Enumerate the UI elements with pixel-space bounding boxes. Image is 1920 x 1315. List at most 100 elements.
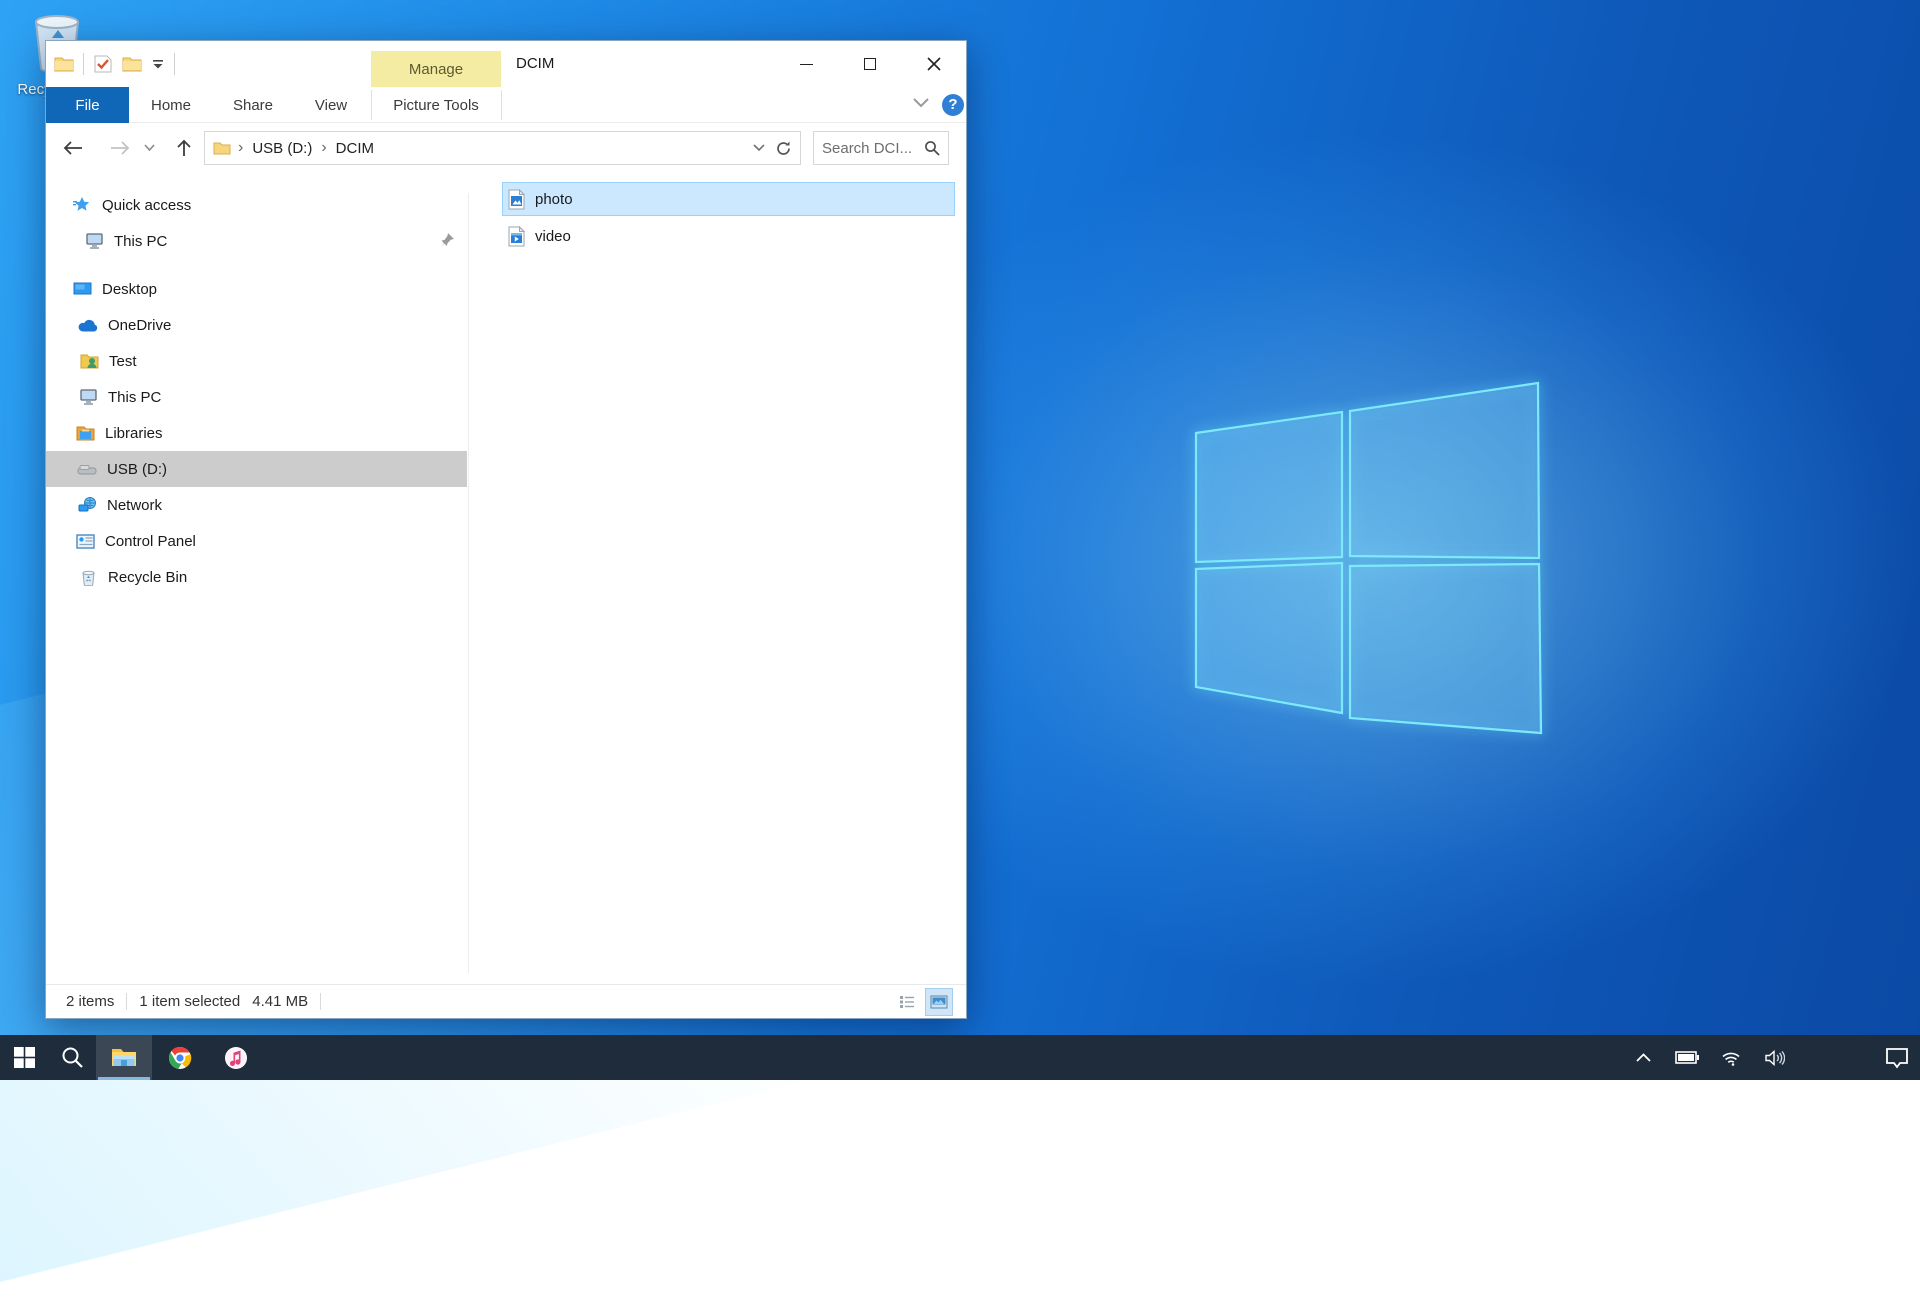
minimize-button[interactable] (774, 41, 838, 87)
nav-label: This PC (114, 233, 167, 250)
recycle-bin-icon (78, 569, 98, 586)
taskbar-itunes-button[interactable] (208, 1035, 264, 1080)
taskbar (0, 1035, 1920, 1080)
customize-chevron-icon[interactable] (151, 58, 165, 70)
new-folder-icon[interactable] (122, 55, 142, 73)
tab-picture-tools[interactable]: Picture Tools (371, 87, 501, 123)
nav-item-control-panel[interactable]: Control Panel (46, 523, 467, 559)
file-row-video[interactable]: video (502, 219, 955, 253)
volume-tray-button[interactable] (1760, 1035, 1790, 1080)
quick-access-star-icon (72, 196, 92, 214)
folder-icon[interactable] (54, 55, 74, 73)
file-explorer-icon (111, 1047, 137, 1068)
nav-item-quick-access[interactable]: Quick access (46, 187, 467, 223)
address-bar[interactable]: › USB (D:) › DCIM (204, 131, 801, 165)
taskbar-file-explorer-button[interactable] (96, 1035, 152, 1080)
close-button[interactable] (902, 41, 966, 87)
breadcrumb-dcim[interactable]: DCIM (334, 140, 376, 157)
minimize-icon (800, 64, 813, 65)
address-dropdown-chevron-icon[interactable] (753, 144, 765, 152)
breadcrumb-usb[interactable]: USB (D:) (250, 140, 314, 157)
forward-button[interactable] (104, 132, 136, 164)
tab-view[interactable]: View (298, 87, 364, 123)
quick-access-toolbar (54, 41, 175, 87)
tab-share[interactable]: Share (218, 87, 288, 123)
view-toggles (894, 989, 952, 1015)
details-view-button[interactable] (894, 989, 920, 1015)
user-folder-icon (79, 353, 99, 369)
nav-label: Network (107, 497, 162, 514)
status-bar: 2 items 1 item selected 4.41 MB (46, 984, 966, 1018)
show-hidden-icons-button[interactable] (1628, 1035, 1658, 1080)
recent-locations-button[interactable] (138, 132, 160, 164)
large-icons-view-icon (930, 995, 948, 1009)
this-pc-icon (84, 233, 104, 249)
tab-home[interactable]: Home (136, 87, 206, 123)
title-bar[interactable]: Manage DCIM (46, 41, 966, 87)
contextual-tab-manage[interactable]: Manage (371, 51, 501, 87)
status-selection-size: 4.41 MB (252, 993, 308, 1010)
file-explorer-window: Manage DCIM File Home Share View Picture… (45, 40, 967, 1019)
status-separator (320, 993, 321, 1010)
address-band: › USB (D:) › DCIM Search DCI... (46, 123, 966, 173)
properties-check-icon[interactable] (93, 54, 113, 74)
system-tray (1628, 1035, 1912, 1080)
ribbon-tab-row: File Home Share View Picture Tools ? (46, 87, 966, 123)
nav-label: Control Panel (105, 533, 196, 550)
nav-item-onedrive[interactable]: OneDrive (46, 307, 467, 343)
wifi-tray-button[interactable] (1716, 1035, 1746, 1080)
pane-divider[interactable] (468, 193, 469, 973)
nav-label: This PC (108, 389, 161, 406)
nav-item-recycle-bin[interactable]: Recycle Bin (46, 559, 467, 595)
nav-item-desktop[interactable]: Desktop (46, 271, 467, 307)
up-button[interactable] (168, 132, 200, 164)
libraries-icon (75, 426, 95, 441)
chevron-up-icon (1636, 1053, 1651, 1062)
help-button[interactable]: ? (942, 94, 964, 116)
status-selection: 1 item selected (139, 993, 240, 1010)
search-text: Search DCI... (822, 140, 924, 157)
battery-tray-button[interactable] (1672, 1035, 1702, 1080)
content-area: Quick access This PC (46, 173, 966, 986)
nav-label: Recycle Bin (108, 569, 187, 586)
back-button[interactable] (57, 132, 89, 164)
taskbar-chrome-button[interactable] (152, 1035, 208, 1080)
file-name: photo (535, 191, 573, 208)
nav-label: Libraries (105, 425, 163, 442)
status-separator (126, 993, 127, 1010)
tab-separator (501, 90, 502, 120)
close-icon (927, 57, 941, 71)
nav-label: Test (109, 353, 137, 370)
file-name: video (535, 228, 571, 245)
action-center-button[interactable] (1882, 1035, 1912, 1080)
status-item-count: 2 items (66, 993, 114, 1010)
desktop-icon (72, 282, 92, 297)
folder-icon (213, 141, 231, 155)
refresh-icon[interactable] (775, 140, 792, 157)
nav-item-test[interactable]: Test (46, 343, 467, 379)
qat-separator (174, 53, 175, 75)
window-controls (774, 41, 966, 87)
expand-ribbon-chevron-icon[interactable] (912, 97, 930, 109)
breadcrumb-chevron-icon: › (314, 139, 333, 157)
nav-item-usb-d[interactable]: USB (D:) (46, 451, 467, 487)
action-center-icon (1885, 1047, 1909, 1069)
maximize-button[interactable] (838, 41, 902, 87)
wifi-icon (1720, 1050, 1742, 1066)
search-input[interactable]: Search DCI... (813, 131, 949, 165)
start-button[interactable] (0, 1035, 48, 1080)
usb-drive-icon (77, 464, 97, 475)
breadcrumb-chevron-icon: › (231, 139, 250, 157)
taskbar-search-button[interactable] (48, 1035, 96, 1080)
nav-item-this-pc[interactable]: This PC (46, 379, 467, 415)
onedrive-cloud-icon (78, 319, 98, 332)
itunes-icon (224, 1046, 248, 1070)
nav-item-this-pc-pinned[interactable]: This PC (46, 223, 467, 259)
nav-item-libraries[interactable]: Libraries (46, 415, 467, 451)
large-icons-view-button[interactable] (926, 989, 952, 1015)
search-icon[interactable] (924, 140, 940, 156)
tab-file[interactable]: File (46, 87, 129, 123)
chrome-icon (168, 1046, 192, 1070)
nav-item-network[interactable]: Network (46, 487, 467, 523)
file-row-photo[interactable]: photo (502, 182, 955, 216)
